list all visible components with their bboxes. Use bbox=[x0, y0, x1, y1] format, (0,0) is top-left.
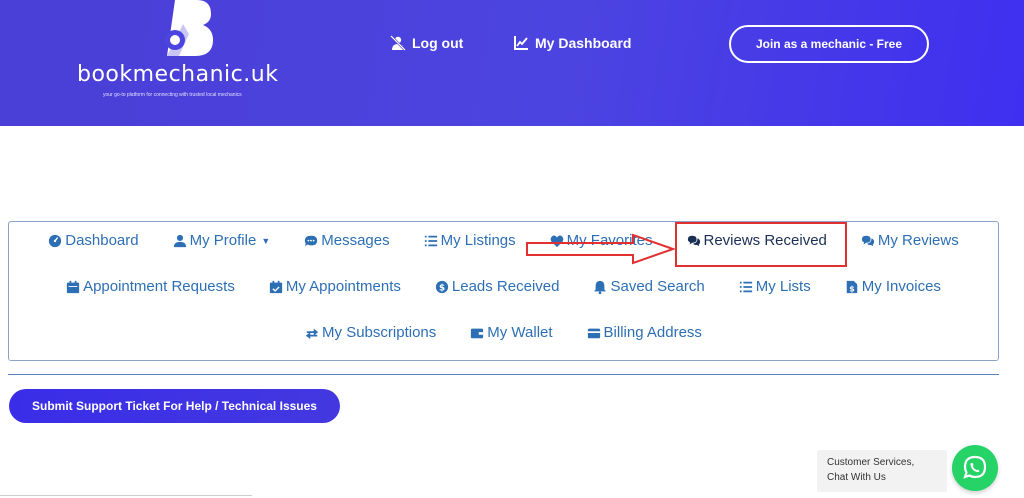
whatsapp-icon bbox=[963, 455, 987, 479]
logout-link[interactable]: Log out bbox=[390, 35, 463, 51]
menu-billing-address-label: Billing Address bbox=[603, 324, 702, 341]
menu-saved-search-label: Saved Search bbox=[610, 278, 705, 295]
menu-my-profile-label: My Profile bbox=[189, 232, 257, 249]
menu-messages-label: Messages bbox=[321, 232, 390, 249]
comments-icon bbox=[861, 235, 875, 246]
menu-row-3: My Subscriptions My Wallet Billing Addre… bbox=[9, 324, 998, 341]
logo-text: bookmechanic.uk bbox=[77, 62, 279, 87]
user-icon bbox=[173, 234, 186, 247]
logo-mark-icon bbox=[165, 0, 213, 56]
bell-icon bbox=[594, 280, 607, 294]
menu-my-subscriptions[interactable]: My Subscriptions bbox=[305, 324, 436, 341]
menu-my-reviews-label: My Reviews bbox=[877, 232, 959, 249]
menu-my-listings[interactable]: My Listings bbox=[424, 232, 516, 249]
site-logo[interactable]: bookmechanic.uk your go-to platform for … bbox=[75, 0, 295, 110]
menu-my-invoices[interactable]: $ My Invoices bbox=[845, 278, 941, 295]
menu-leads-received-label: Leads Received bbox=[451, 278, 560, 295]
svg-text:$: $ bbox=[439, 283, 445, 293]
logo-tagline: your go-to platform for connecting with … bbox=[103, 92, 242, 98]
menu-messages[interactable]: Messages bbox=[304, 232, 390, 249]
caret-down-icon: ▼ bbox=[261, 235, 271, 246]
menu-row-1: Dashboard My Profile ▼ Messages My Listi… bbox=[9, 232, 998, 249]
menu-appointment-requests[interactable]: Appointment Requests bbox=[66, 278, 235, 295]
menu-my-wallet-label: My Wallet bbox=[487, 324, 553, 341]
list-icon bbox=[739, 281, 752, 292]
join-mechanic-button[interactable]: Join as a mechanic - Free bbox=[729, 25, 929, 63]
menu-dashboard[interactable]: Dashboard bbox=[48, 232, 139, 249]
comment-dots-icon bbox=[305, 235, 318, 246]
menu-my-lists-label: My Lists bbox=[755, 278, 811, 295]
bottom-rule bbox=[0, 495, 252, 496]
my-dashboard-label: My Dashboard bbox=[535, 35, 632, 51]
menu-my-subscriptions-label: My Subscriptions bbox=[322, 324, 437, 341]
menu-my-appointments-label: My Appointments bbox=[285, 278, 401, 295]
chat-label[interactable]: Customer Services, Chat With Us bbox=[817, 450, 947, 492]
credit-card-icon bbox=[587, 328, 600, 338]
chart-line-icon bbox=[514, 36, 528, 50]
site-header: bookmechanic.uk your go-to platform for … bbox=[0, 0, 1024, 126]
logout-label: Log out bbox=[412, 35, 464, 51]
gauge-icon bbox=[49, 234, 62, 247]
section-divider bbox=[8, 374, 999, 375]
calendar-check-icon bbox=[269, 280, 282, 293]
menu-appointment-requests-label: Appointment Requests bbox=[83, 278, 235, 295]
my-dashboard-link[interactable]: My Dashboard bbox=[513, 35, 631, 51]
calendar-icon bbox=[66, 280, 80, 293]
list-icon bbox=[424, 235, 437, 246]
dollar-circle-icon: $ bbox=[435, 280, 449, 293]
user-slash-icon bbox=[390, 35, 406, 51]
sync-icon bbox=[305, 328, 319, 339]
wallet-icon bbox=[471, 328, 484, 338]
menu-leads-received[interactable]: $ Leads Received bbox=[435, 278, 560, 295]
menu-saved-search[interactable]: Saved Search bbox=[593, 278, 705, 295]
menu-row-2: Appointment Requests My Appointments $ L… bbox=[9, 278, 998, 295]
menu-my-invoices-label: My Invoices bbox=[861, 278, 941, 295]
menu-dashboard-label: Dashboard bbox=[65, 232, 139, 249]
menu-my-listings-label: My Listings bbox=[440, 232, 516, 249]
menu-my-reviews[interactable]: My Reviews bbox=[861, 232, 959, 249]
menu-billing-address[interactable]: Billing Address bbox=[587, 324, 702, 341]
account-menu: Dashboard My Profile ▼ Messages My Listi… bbox=[8, 221, 999, 361]
menu-my-appointments[interactable]: My Appointments bbox=[269, 278, 401, 295]
annotation-highlight-box bbox=[675, 222, 847, 267]
menu-my-lists[interactable]: My Lists bbox=[739, 278, 811, 295]
invoice-icon: $ bbox=[846, 280, 857, 293]
menu-my-wallet[interactable]: My Wallet bbox=[470, 324, 553, 341]
submit-support-ticket-button[interactable]: Submit Support Ticket For Help / Technic… bbox=[9, 389, 340, 423]
annotation-arrow-icon bbox=[526, 233, 675, 265]
svg-text:$: $ bbox=[849, 284, 854, 293]
whatsapp-chat-button[interactable] bbox=[952, 445, 998, 491]
menu-my-profile[interactable]: My Profile ▼ bbox=[173, 232, 271, 249]
